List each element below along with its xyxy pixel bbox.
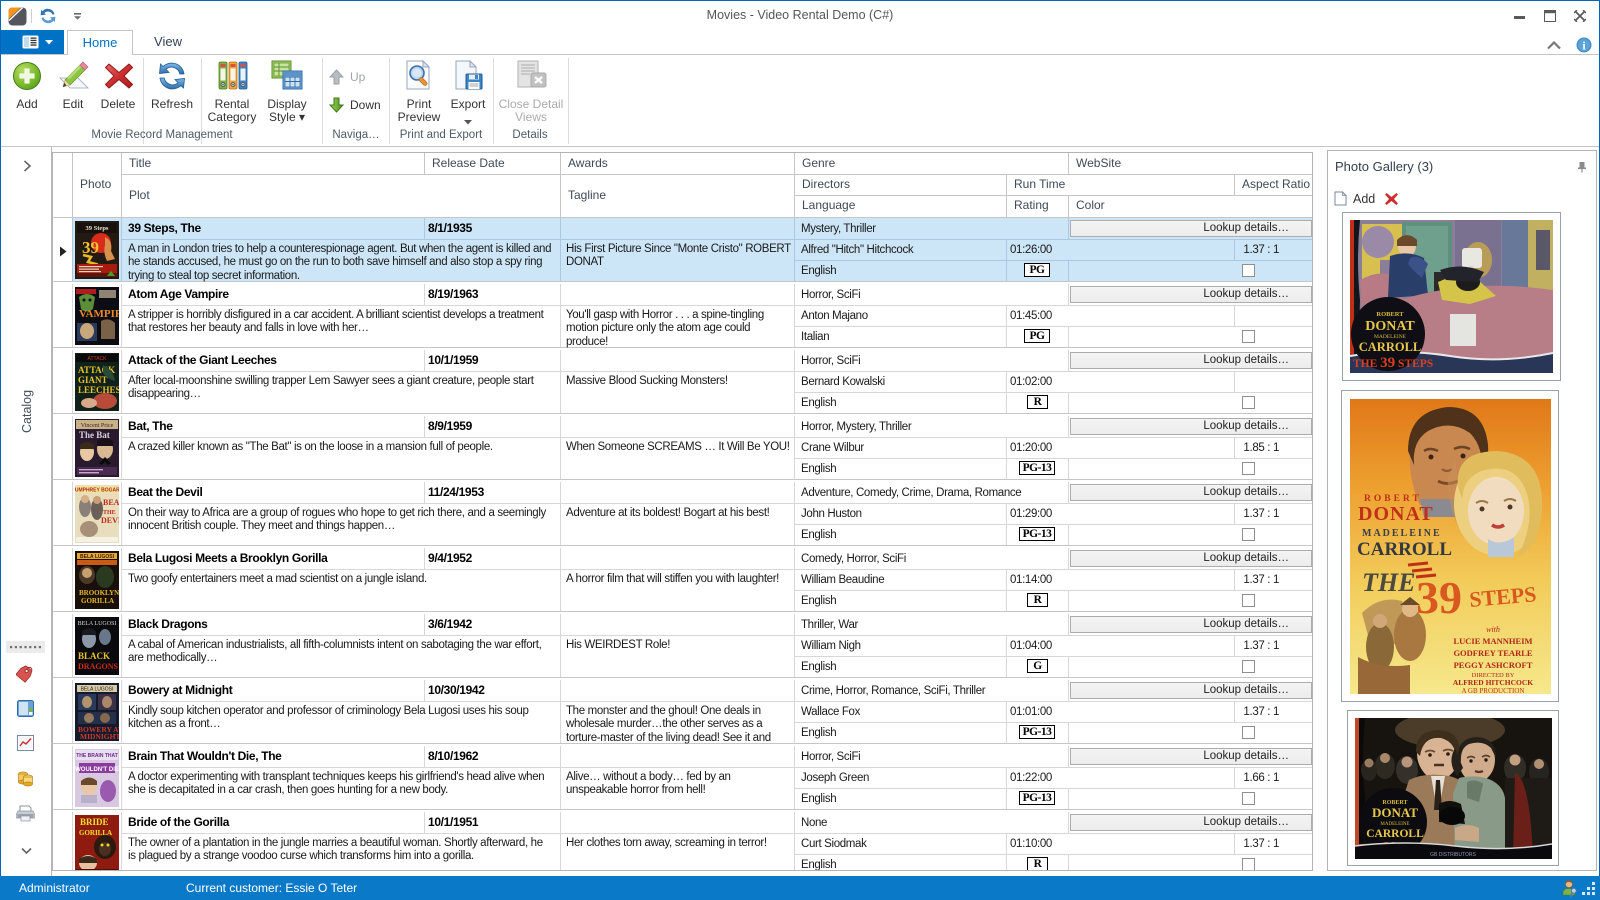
svg-text:GODFREY TEARLE: GODFREY TEARLE — [1453, 648, 1532, 658]
svg-text:with: with — [1486, 625, 1500, 634]
svg-text:GB DISTRIBUTORS: GB DISTRIBUTORS — [1430, 852, 1476, 858]
svg-text:BLACK: BLACK — [78, 651, 110, 661]
svg-text:LUCIE MANNHEIM: LUCIE MANNHEIM — [1453, 636, 1532, 646]
svg-text:BELA LUGOSI: BELA LUGOSI — [78, 621, 117, 627]
svg-text:DONAT: DONAT — [1365, 319, 1415, 334]
svg-text:GIANT: GIANT — [78, 375, 108, 385]
svg-text:PEGGY ASHCROFT: PEGGY ASHCROFT — [1454, 660, 1533, 670]
svg-text:WOULDN'T DIE: WOULDN'T DIE — [75, 767, 119, 773]
svg-text:BELA LUGOSI: BELA LUGOSI — [80, 554, 115, 560]
svg-text:MIDNIGHT: MIDNIGHT — [80, 732, 119, 741]
svg-text:ROBERT: ROBERT — [1376, 311, 1404, 318]
svg-text:BROOKLYN: BROOKLYN — [79, 589, 119, 597]
svg-text:MADELEINE: MADELEINE — [1380, 822, 1409, 827]
svg-text:BRIDE: BRIDE — [80, 817, 109, 827]
svg-text:THE 39 STEPS: THE 39 STEPS — [1353, 355, 1433, 371]
svg-text:DONAT: DONAT — [1372, 805, 1418, 820]
svg-text:CARROLL: CARROLL — [1359, 340, 1422, 354]
svg-text:CARROLL: CARROLL — [1357, 539, 1452, 560]
svg-text:MADELEINE: MADELEINE — [1362, 528, 1442, 539]
svg-text:LEECHES: LEECHES — [78, 385, 119, 395]
svg-text:THE: THE — [1362, 568, 1415, 597]
svg-text:Vincent Price: Vincent Price — [81, 423, 114, 429]
svg-text:A GB PRODUCTION: A GB PRODUCTION — [1461, 687, 1524, 694]
svg-text:DONAT: DONAT — [1358, 503, 1434, 525]
svg-text:DEVIL: DEVIL — [101, 516, 119, 525]
svg-text:39: 39 — [1416, 572, 1462, 623]
svg-text:HUMPHREY BOGART: HUMPHREY BOGART — [75, 488, 119, 494]
svg-text:GORILLA: GORILLA — [81, 597, 114, 605]
svg-text:THE BRAIN THAT: THE BRAIN THAT — [76, 753, 118, 759]
svg-text:ALFRED HITCHCOCK: ALFRED HITCHCOCK — [1453, 678, 1533, 687]
svg-text:BEAT: BEAT — [103, 498, 119, 507]
svg-text:BELA LUGOSI: BELA LUGOSI — [81, 687, 114, 693]
svg-text:CARROLL: CARROLL — [1366, 828, 1424, 840]
svg-text:DRAGONS: DRAGONS — [78, 662, 119, 671]
svg-text:ATTACK: ATTACK — [88, 356, 108, 362]
svg-text:VAMPIRE: VAMPIRE — [79, 308, 119, 320]
svg-text:39 Steps: 39 Steps — [86, 225, 109, 232]
